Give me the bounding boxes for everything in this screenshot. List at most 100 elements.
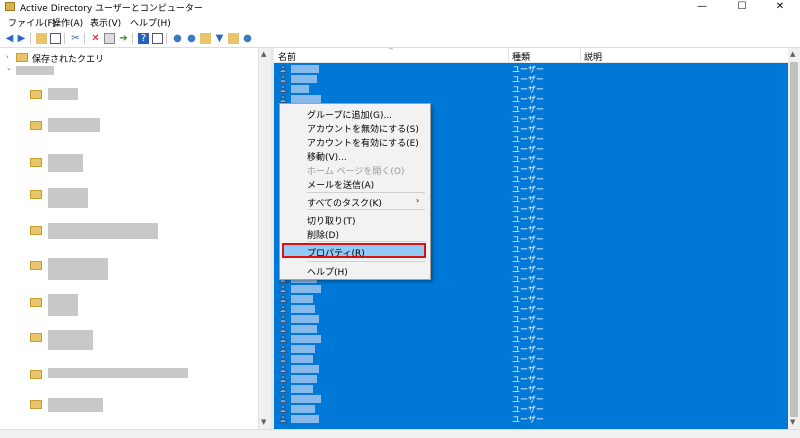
- context-menu-item[interactable]: 移動(V)...: [307, 150, 347, 163]
- list-header: 名前 ^ 種類 説明: [274, 48, 788, 63]
- app-icon: [5, 2, 15, 11]
- row-name-redacted: [291, 375, 317, 383]
- tree-item[interactable]: [48, 223, 158, 239]
- tree-item-saved-queries[interactable]: 保存されたクエリ: [32, 52, 104, 65]
- delete-icon[interactable]: ✕: [90, 33, 101, 44]
- context-menu-item[interactable]: 削除(D): [307, 228, 339, 241]
- maximize-button[interactable]: ☐: [722, 0, 762, 14]
- folder-icon: [30, 333, 42, 342]
- collapse-arrow-icon[interactable]: ⌄: [6, 64, 12, 72]
- context-menu: グループに追加(G)... アカウントを無効にする(S) アカウントを有効にする(E…: [279, 103, 431, 280]
- table-row[interactable]: ユーザー: [274, 314, 788, 324]
- menu-help[interactable]: ヘルプ(H): [130, 16, 171, 29]
- scroll-down-icon[interactable]: ▼: [261, 418, 266, 426]
- add-user-icon[interactable]: ●: [172, 33, 183, 44]
- table-row[interactable]: ユーザー: [274, 84, 788, 94]
- column-description[interactable]: 説明: [584, 50, 602, 63]
- context-menu-item[interactable]: ヘルプ(H): [307, 265, 348, 278]
- back-icon[interactable]: ◀: [4, 33, 15, 44]
- help-icon[interactable]: ?: [138, 33, 149, 44]
- tree-item[interactable]: [48, 188, 88, 208]
- column-divider[interactable]: [508, 48, 509, 62]
- table-row[interactable]: ユーザー: [274, 324, 788, 334]
- context-menu-item[interactable]: アカウントを無効にする(S): [307, 122, 419, 135]
- column-name[interactable]: 名前: [278, 50, 296, 63]
- filter-icon[interactable]: ▼: [214, 33, 225, 44]
- table-row[interactable]: ユーザー: [274, 374, 788, 384]
- row-name-redacted: [291, 305, 315, 313]
- menu-view[interactable]: 表示(V): [90, 16, 121, 29]
- context-menu-item[interactable]: 切り取り(T): [307, 214, 356, 227]
- add-ou-icon[interactable]: [200, 33, 211, 44]
- context-menu-item[interactable]: プロパティ(R): [307, 246, 365, 259]
- expand-arrow-icon[interactable]: ›: [6, 53, 9, 61]
- table-row[interactable]: ユーザー: [274, 334, 788, 344]
- table-row[interactable]: ユーザー: [274, 364, 788, 374]
- tree-scrollbar[interactable]: ▲ ▼: [258, 48, 271, 429]
- table-row[interactable]: ユーザー: [274, 284, 788, 294]
- tree-item-domain[interactable]: [16, 66, 54, 75]
- tree-item[interactable]: [48, 154, 83, 172]
- close-button[interactable]: ✕: [760, 0, 800, 14]
- table-row[interactable]: ユーザー: [274, 344, 788, 354]
- folder-icon: [30, 400, 42, 409]
- forward-icon[interactable]: ▶: [16, 33, 27, 44]
- table-row[interactable]: ユーザー: [274, 394, 788, 404]
- user-icon: [278, 375, 287, 383]
- add-group-icon[interactable]: ●: [186, 33, 197, 44]
- user-icon: [278, 305, 287, 313]
- menu-file[interactable]: ファイル(F): [8, 16, 56, 29]
- column-type[interactable]: 種類: [512, 50, 530, 63]
- context-menu-item[interactable]: すべてのタスク(K): [307, 196, 382, 209]
- tree-item[interactable]: [48, 118, 100, 132]
- tree-item[interactable]: [48, 330, 93, 350]
- row-name-redacted: [291, 75, 317, 83]
- find-icon[interactable]: [228, 33, 239, 44]
- folder-up-icon[interactable]: [36, 33, 47, 44]
- menu-separator: [307, 209, 425, 210]
- row-name-redacted: [291, 405, 315, 413]
- menu-action[interactable]: 操作(A): [52, 16, 83, 29]
- toolbar-separator: [30, 33, 31, 44]
- delegate-icon[interactable]: ●: [242, 33, 253, 44]
- minimize-button[interactable]: —: [682, 0, 722, 14]
- user-icon: [278, 395, 287, 403]
- table-row[interactable]: ユーザー: [274, 404, 788, 414]
- table-row[interactable]: ユーザー: [274, 354, 788, 364]
- console-tree-icon[interactable]: [50, 33, 61, 44]
- tree-item[interactable]: [48, 258, 108, 280]
- folder-icon: [30, 298, 42, 307]
- scroll-up-icon[interactable]: ▲: [790, 50, 795, 58]
- table-row[interactable]: ユーザー: [274, 74, 788, 84]
- row-name-redacted: [291, 95, 321, 103]
- menu-bar: ファイル(F) 操作(A) 表示(V) ヘルプ(H): [0, 14, 800, 30]
- context-menu-item[interactable]: アカウントを有効にする(E): [307, 136, 419, 149]
- tree-item[interactable]: [48, 368, 188, 378]
- context-menu-item[interactable]: グループに追加(G)...: [307, 108, 392, 121]
- table-row[interactable]: ユーザー: [274, 64, 788, 74]
- list-scrollbar[interactable]: ▲ ▼: [788, 48, 800, 429]
- toggle-pane-icon[interactable]: [152, 33, 163, 44]
- table-row[interactable]: ユーザー: [274, 384, 788, 394]
- context-menu-item: ホーム ページを開く(O): [307, 167, 405, 177]
- column-divider[interactable]: [580, 48, 581, 62]
- tree-item[interactable]: [48, 294, 78, 316]
- tree-item[interactable]: [48, 88, 78, 100]
- folder-icon: [30, 190, 42, 199]
- export-icon[interactable]: ➔: [118, 33, 129, 44]
- table-row[interactable]: ユーザー: [274, 304, 788, 314]
- tree-item[interactable]: [48, 398, 103, 412]
- table-row[interactable]: ユーザー: [274, 414, 788, 424]
- row-name-redacted: [291, 335, 321, 343]
- scroll-down-icon[interactable]: ▼: [790, 418, 795, 426]
- console-tree: › 保存されたクエリ ⌄: [0, 48, 258, 429]
- user-icon: [278, 335, 287, 343]
- cut-icon[interactable]: ✂: [70, 33, 81, 44]
- scroll-thumb[interactable]: [790, 62, 798, 417]
- context-menu-item[interactable]: メールを送信(A): [307, 178, 374, 191]
- properties-icon[interactable]: [104, 33, 115, 44]
- user-icon: [278, 85, 287, 93]
- scroll-up-icon[interactable]: ▲: [261, 50, 266, 58]
- row-name-redacted: [291, 355, 313, 363]
- table-row[interactable]: ユーザー: [274, 294, 788, 304]
